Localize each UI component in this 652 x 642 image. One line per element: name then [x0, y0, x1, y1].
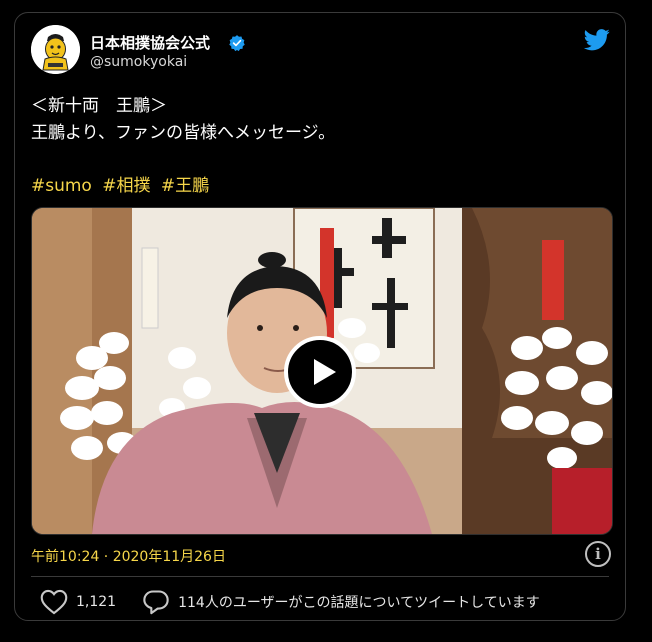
conversation-button[interactable]: 114人のユーザーがこの話題についてツイートしています — [142, 589, 540, 615]
conversation-text: 114人のユーザーがこの話題についてツイートしています — [178, 595, 540, 611]
play-button[interactable] — [284, 336, 356, 408]
tweet-text: ＜新十両 王鵬＞ 王鵬より、ファンの皆様へメッセージ。 — [31, 93, 611, 147]
like-button[interactable]: 1,121 — [40, 589, 116, 615]
account-handle[interactable]: @sumokyokai — [90, 54, 187, 70]
heart-icon — [40, 589, 68, 615]
info-icon[interactable]: i — [585, 541, 611, 567]
tweet-text-line: ＜新十両 王鵬＞ — [31, 96, 167, 116]
hashtag-list: #sumo #相撲 #王鵬 — [31, 171, 214, 196]
divider — [31, 576, 609, 577]
like-count: 1,121 — [76, 594, 117, 610]
reply-bubble-icon — [143, 590, 169, 615]
tweet-actions: 1,121 114人のユーザーがこの話題についてツイートしています — [29, 587, 540, 617]
hashtag-link[interactable]: #sumo — [31, 176, 92, 196]
video-player[interactable] — [31, 207, 613, 535]
tweet-card: 日本相撲協会公式 @sumokyokai ＜新十両 王鵬＞ 王鵬より、ファンの皆… — [14, 12, 626, 621]
verified-badge-icon — [229, 35, 245, 52]
tweet-text-line: 王鵬より、ファンの皆様へメッセージ。 — [31, 123, 336, 143]
hashtag-link[interactable]: #相撲 — [102, 176, 150, 196]
avatar[interactable] — [31, 25, 80, 74]
display-name[interactable]: 日本相撲協会公式 — [90, 32, 210, 53]
tweet-timestamp[interactable]: 午前10:24 · 2020年11月26日 — [31, 546, 226, 566]
twitter-bird-icon[interactable] — [583, 29, 611, 51]
hashtag-link[interactable]: #王鵬 — [161, 176, 209, 196]
